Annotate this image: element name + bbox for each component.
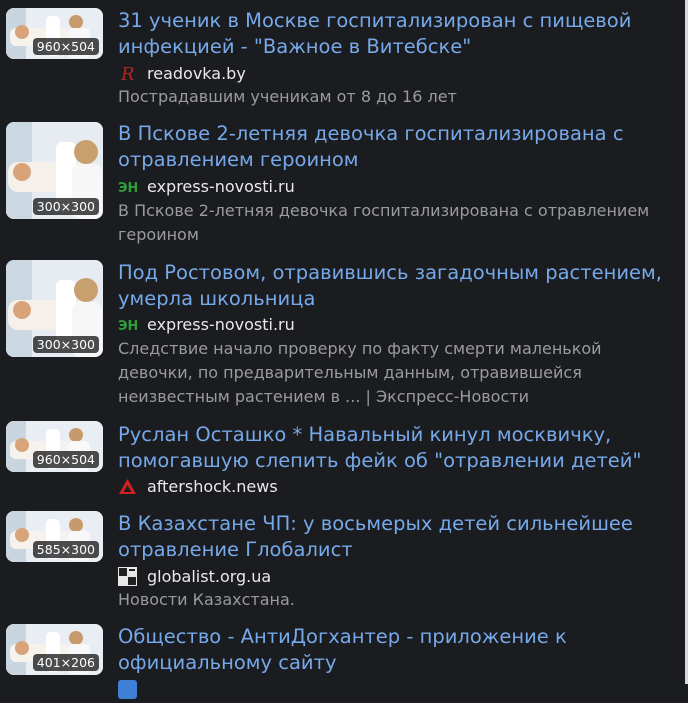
result-title-link[interactable]: В Пскове 2-летняя девочка госпитализиров… xyxy=(118,121,678,173)
result-snippet: Пострадавшим ученикам от 8 до 16 лет xyxy=(118,87,457,106)
thumbnail-dimensions: 960×504 xyxy=(32,38,99,55)
result-source-domain: aftershock.news xyxy=(147,476,278,496)
result-title-link[interactable]: Общество - АнтиДогхантер - приложение к … xyxy=(118,624,678,676)
result-source[interactable]: ЭН express-novosti.ru xyxy=(118,314,295,334)
svg-text:R: R xyxy=(120,64,135,83)
svg-text:ЭН: ЭН xyxy=(118,319,137,334)
thumbnail-dimensions: 300×300 xyxy=(32,198,99,215)
result-title-link[interactable]: Под Ростовом, отравившись загадочным рас… xyxy=(118,260,678,312)
result-source-domain: express-novosti.ru xyxy=(147,314,295,334)
thumbnail-dimensions: 300×300 xyxy=(32,336,99,353)
result-snippet: В Пскове 2-летняя девочка госпитализиров… xyxy=(118,201,650,244)
result-title-link[interactable]: В Казахстане ЧП: у восьмерых детей сильн… xyxy=(118,511,678,563)
result-thumbnail[interactable]: 300×300 xyxy=(6,260,103,357)
result-title-link[interactable]: 31 ученик в Москве госпитализирован с пи… xyxy=(118,8,678,60)
result-thumbnail[interactable]: 300×300 xyxy=(6,122,103,219)
result-source[interactable] xyxy=(118,679,147,699)
result-source-domain: express-novosti.ru xyxy=(147,176,295,196)
express-novosti-icon: ЭН xyxy=(118,315,138,334)
result-source[interactable]: R readovka.by xyxy=(118,63,246,85)
result-thumbnail[interactable]: 960×504 xyxy=(6,421,103,472)
site-icon xyxy=(118,679,137,699)
result-thumbnail[interactable]: 401×206 xyxy=(6,624,103,675)
readovka-icon: R xyxy=(118,64,137,85)
result-source[interactable]: ЭН express-novosti.ru xyxy=(118,176,295,196)
svg-text:ЭН: ЭН xyxy=(118,181,137,196)
express-novosti-icon: ЭН xyxy=(118,177,138,196)
thumbnail-dimensions: 585×300 xyxy=(32,541,99,558)
thumbnail-dimensions: 960×504 xyxy=(32,451,99,468)
result-source-domain: readovka.by xyxy=(147,63,246,83)
result-thumbnail[interactable]: 960×504 xyxy=(6,8,103,59)
result-source[interactable]: globalist.org.ua xyxy=(118,566,271,586)
globalist-icon xyxy=(118,566,137,586)
thumbnail-dimensions: 401×206 xyxy=(32,654,99,671)
result-snippet: Следствие начало проверку по факту смерт… xyxy=(118,339,602,406)
aftershock-icon xyxy=(118,477,137,496)
result-title-link[interactable]: Руслан Осташко * Навальный кинул москвич… xyxy=(118,422,678,474)
result-thumbnail[interactable]: 585×300 xyxy=(6,511,103,562)
result-source[interactable]: aftershock.news xyxy=(118,476,278,496)
result-source-domain: globalist.org.ua xyxy=(147,566,272,586)
result-snippet: Новости Казахстана. xyxy=(118,590,295,609)
